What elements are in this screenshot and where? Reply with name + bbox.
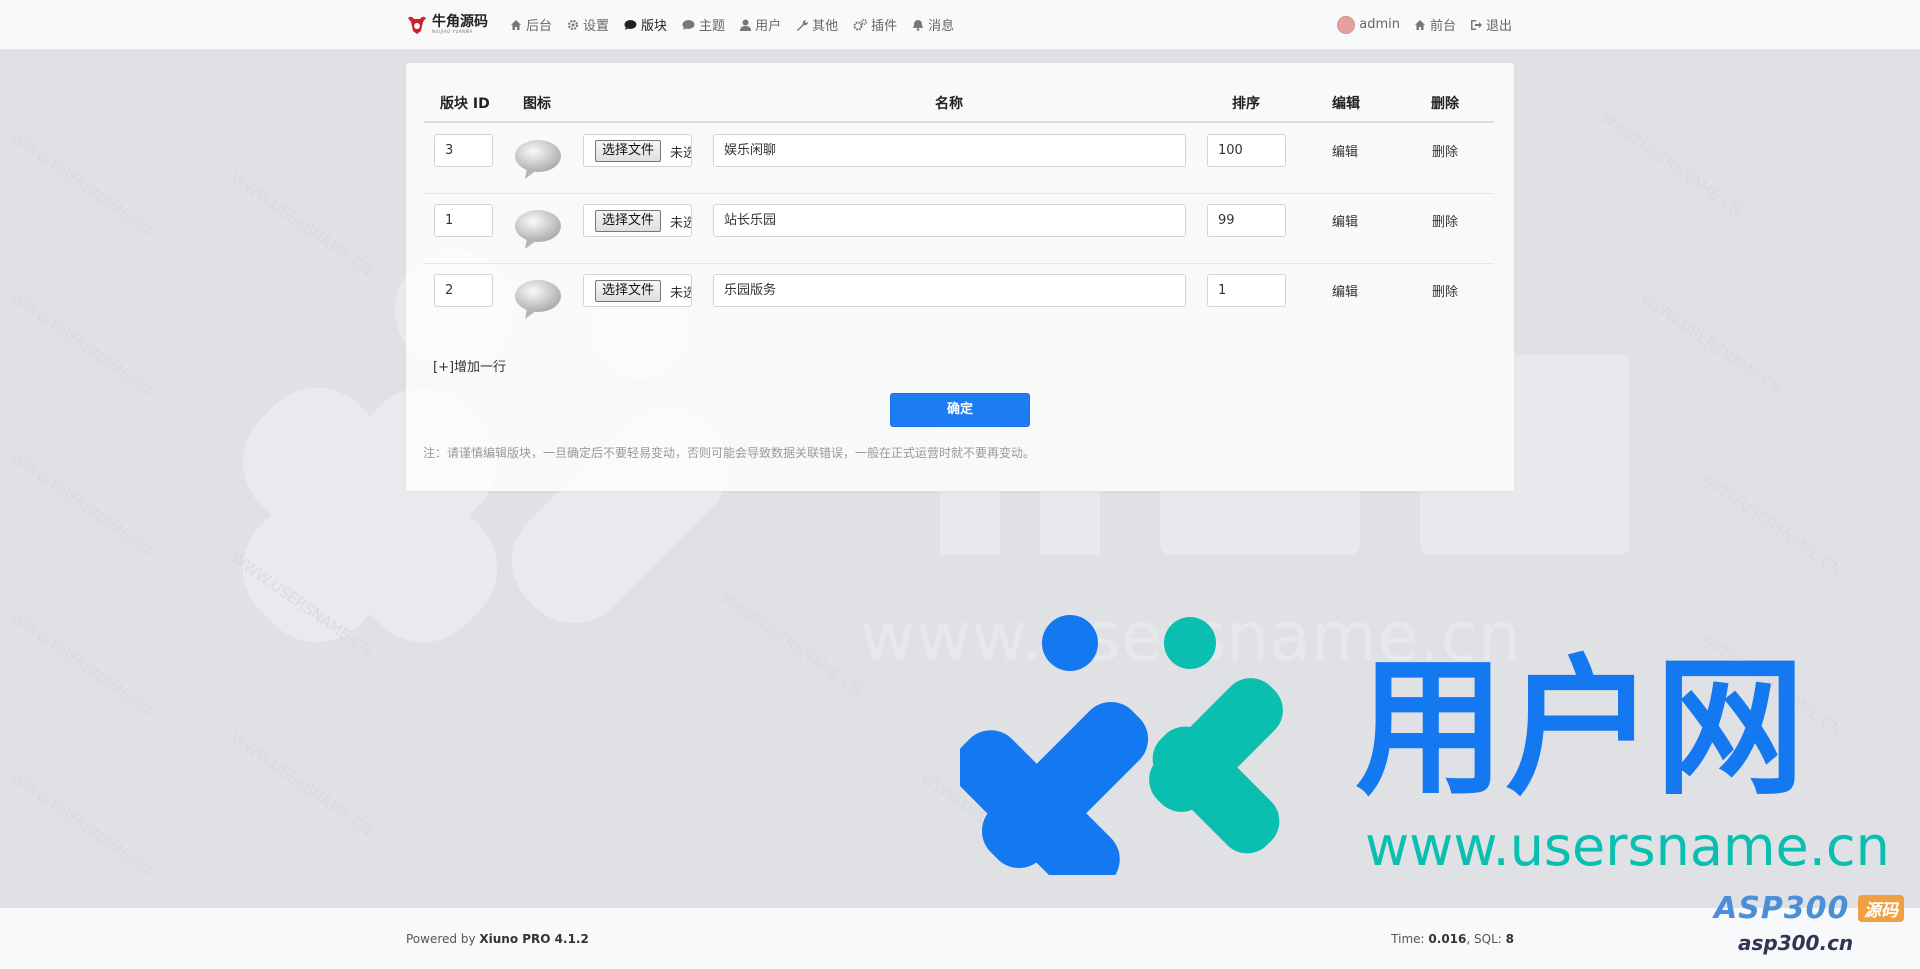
nav-item-settings[interactable]: 设置 bbox=[567, 15, 609, 34]
warning-note: 注：请谨慎编辑版块，一旦确定后不要轻易变动，否则可能会导致数据关联错误，一般在正… bbox=[423, 446, 1036, 460]
icon-file-input[interactable]: 选择文件 未选择任何文件 bbox=[583, 134, 692, 167]
forum-rank-input[interactable]: 100 bbox=[1207, 134, 1286, 167]
bull-logo-icon bbox=[408, 16, 426, 34]
speech-bubble-icon[interactable] bbox=[513, 208, 563, 250]
watermark-url: www.usersname.cn bbox=[1365, 815, 1890, 875]
runtime-stats: Time: 0.016, SQL: 8 bbox=[1391, 932, 1514, 946]
file-status: 未选择任何文件 bbox=[670, 146, 691, 161]
forum-name-input[interactable]: 站长乐园 bbox=[713, 204, 1186, 237]
row-divider bbox=[424, 263, 1494, 264]
file-status: 未选择任何文件 bbox=[670, 216, 691, 231]
header-icon: 图标 bbox=[523, 96, 551, 112]
nav-frontend[interactable]: 前台 bbox=[1414, 15, 1456, 34]
gear-icon bbox=[567, 19, 579, 30]
file-status: 未选择任何文件 bbox=[670, 286, 691, 301]
edit-link[interactable]: 编辑 bbox=[1332, 281, 1358, 300]
nav-item-forums[interactable]: 版块 bbox=[624, 15, 667, 34]
forum-rank-input[interactable]: 1 bbox=[1207, 274, 1286, 307]
svg-text:WWW.USERSNAME.CN: WWW.USERSNAME.CN bbox=[8, 449, 156, 560]
forum-id-input[interactable]: 2 bbox=[434, 274, 493, 307]
brand-name: 牛角源码 bbox=[432, 13, 488, 30]
svg-text:WWW.USERSNAME.CN: WWW.USERSNAME.CN bbox=[8, 129, 156, 240]
nav-item-other[interactable]: 其他 bbox=[796, 15, 838, 34]
icon-file-input[interactable]: 选择文件 未选择任何文件 bbox=[583, 274, 692, 307]
svg-text:WWW.USERSNAME.CN: WWW.USERSNAME.CN bbox=[1698, 629, 1846, 740]
svg-text:WWW.USERSNAME.CN: WWW.USERSNAME.CN bbox=[718, 589, 866, 700]
header-delete: 删除 bbox=[1431, 96, 1459, 112]
nav-user[interactable]: admin bbox=[1337, 15, 1400, 34]
brand-logo[interactable]: 牛角源码 NIUJIAO YUANMA bbox=[406, 14, 488, 36]
svg-text:WWW.USERSNAME.CN: WWW.USERSNAME.CN bbox=[8, 769, 156, 880]
choose-file-button[interactable]: 选择文件 bbox=[595, 140, 662, 162]
nav-item-users[interactable]: 用户 bbox=[740, 15, 781, 34]
header-divider bbox=[424, 121, 1494, 123]
forum-table-card: 版块 ID 图标 名称 排序 编辑 删除 3 选择文件 未选择任何文件 娱乐闲聊… bbox=[406, 63, 1514, 491]
row-divider bbox=[424, 193, 1494, 194]
bell-icon bbox=[913, 19, 924, 31]
powered-by: Powered by Xiuno PRO 4.1.2 bbox=[406, 932, 589, 946]
header-name: 名称 bbox=[935, 96, 963, 112]
home-icon bbox=[511, 19, 521, 30]
forum-rank-input[interactable]: 99 bbox=[1207, 204, 1286, 237]
comment-icon bbox=[682, 19, 695, 30]
top-navbar: 牛角源码 NIUJIAO YUANMA 后台 设置 版块 主题 用户 其他 插件… bbox=[0, 0, 1920, 50]
svg-text:WWW.USERSNAME.CN: WWW.USERSNAME.CN bbox=[918, 769, 1066, 880]
home-icon bbox=[1414, 19, 1425, 30]
delete-link[interactable]: 删除 bbox=[1432, 141, 1458, 160]
edit-link[interactable]: 编辑 bbox=[1332, 211, 1358, 230]
svg-text:WWW.USERSNAME.CN: WWW.USERSNAME.CN bbox=[1598, 109, 1746, 220]
speech-bubble-icon[interactable] bbox=[513, 138, 563, 180]
svg-text:WWW.USERSNAME.CN: WWW.USERSNAME.CN bbox=[8, 609, 156, 720]
cogs-icon bbox=[853, 18, 868, 30]
brand-subtitle: NIUJIAO YUANMA bbox=[432, 28, 473, 34]
icon-file-input[interactable]: 选择文件 未选择任何文件 bbox=[583, 204, 692, 237]
nav-item-threads[interactable]: 主题 bbox=[682, 15, 725, 34]
footer: Powered by Xiuno PRO 4.1.2 Time: 0.016, … bbox=[0, 908, 1920, 969]
nav-logout[interactable]: 退出 bbox=[1470, 15, 1512, 34]
svg-text:WWW.USERSNAME.CN: WWW.USERSNAME.CN bbox=[1698, 469, 1846, 580]
add-row-link[interactable]: [+]增加一行 bbox=[433, 356, 506, 375]
asp300-corner-logo: ASP300 源码 asp300.cn bbox=[1714, 891, 1914, 961]
sign-out-icon bbox=[1470, 19, 1482, 30]
header-rank: 排序 bbox=[1232, 96, 1260, 112]
header-edit: 编辑 bbox=[1332, 96, 1360, 112]
delete-link[interactable]: 删除 bbox=[1432, 211, 1458, 230]
nav-item-admin[interactable]: 后台 bbox=[510, 15, 552, 34]
comment-icon bbox=[624, 19, 637, 30]
svg-text:WWW.USERSNAME.CN: WWW.USERSNAME.CN bbox=[1638, 289, 1786, 400]
delete-link[interactable]: 删除 bbox=[1432, 281, 1458, 300]
nav-item-messages[interactable]: 消息 bbox=[912, 15, 954, 34]
forum-id-input[interactable]: 1 bbox=[434, 204, 493, 237]
svg-text:WWW.USERSNAME.CN: WWW.USERSNAME.CN bbox=[228, 169, 376, 280]
user-icon bbox=[740, 19, 752, 31]
forum-name-input[interactable]: 乐园版务 bbox=[713, 274, 1186, 307]
choose-file-button[interactable]: 选择文件 bbox=[595, 210, 662, 232]
svg-text:WWW.USERSNAME.CN: WWW.USERSNAME.CN bbox=[8, 289, 156, 400]
wrench-icon bbox=[797, 19, 809, 31]
svg-text:WWW.USERSNAME.CN: WWW.USERSNAME.CN bbox=[228, 729, 376, 840]
xk-mark-icon bbox=[960, 615, 1283, 875]
confirm-button[interactable]: 确定 bbox=[890, 393, 1030, 427]
speech-bubble-icon[interactable] bbox=[513, 278, 563, 320]
nav-item-plugins[interactable]: 插件 bbox=[853, 15, 897, 34]
choose-file-button[interactable]: 选择文件 bbox=[595, 280, 662, 302]
header-forum-id: 版块 ID bbox=[440, 96, 490, 112]
forum-name-input[interactable]: 娱乐闲聊 bbox=[713, 134, 1186, 167]
watermark-brand: 用户网 bbox=[1355, 642, 1805, 816]
watermark-url-faint: www.usersname.cn bbox=[860, 598, 1521, 677]
svg-text:WWW.USERSNAME.CN: WWW.USERSNAME.CN bbox=[228, 549, 376, 660]
edit-link[interactable]: 编辑 bbox=[1332, 141, 1358, 160]
avatar bbox=[1337, 15, 1356, 34]
powered-product[interactable]: Xiuno PRO 4.1.2 bbox=[479, 932, 588, 946]
usersname-watermark-logo: 用户网 www.usersname.cn bbox=[960, 615, 1890, 875]
forum-id-input[interactable]: 3 bbox=[434, 134, 493, 167]
